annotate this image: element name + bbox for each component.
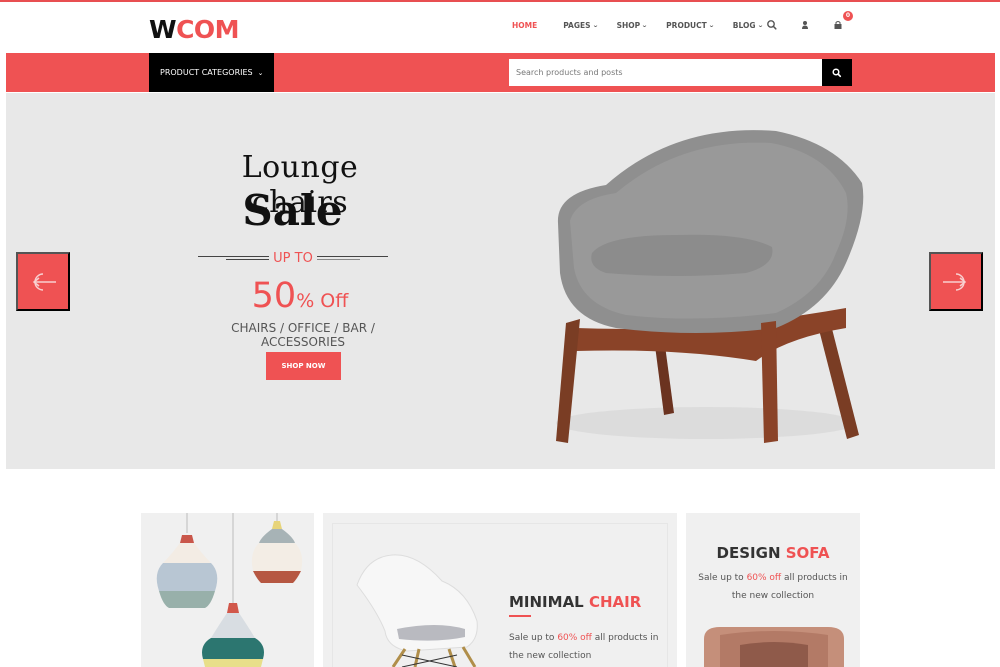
chevron-down-icon: ⌄ xyxy=(257,68,264,77)
desc-accent: 60% off xyxy=(746,573,782,583)
hero-slider xyxy=(6,93,995,469)
design-sofa-image xyxy=(704,627,844,667)
minimal-chair-image xyxy=(356,554,478,667)
upto-label: UP TO xyxy=(273,250,313,266)
logo-part-1: W xyxy=(149,15,177,44)
nav-item-label: PAGES xyxy=(563,21,591,30)
design-sofa-description: Sale up to 60% off all products in the n… xyxy=(696,570,850,605)
divider-line-right xyxy=(316,255,389,261)
arrow-right-circle-icon xyxy=(943,272,967,291)
discount-suffix: % Off xyxy=(296,290,349,312)
banner-lamps[interactable] xyxy=(141,513,314,667)
hero-categories: CHAIRS / OFFICE / BAR / ACCESSORIES xyxy=(231,321,375,349)
product-categories-label: PRODUCT CATEGORIES xyxy=(160,68,253,77)
logo-part-2: COM xyxy=(176,15,240,44)
design-sofa-title: DESIGN SOFA xyxy=(686,544,860,562)
nav-item-label: BLOG xyxy=(732,21,756,30)
minimal-chair-title: MINIMAL CHAIR xyxy=(509,593,641,611)
nav-item-label: SHOP xyxy=(616,21,641,30)
lounge-chair-image xyxy=(556,130,864,443)
cart-count-badge: 0 xyxy=(843,11,853,21)
cart-icon[interactable]: 0 xyxy=(831,11,853,31)
nav-item-pages[interactable]: PAGES ⌄ xyxy=(563,21,599,30)
chevron-down-icon: ⌄ xyxy=(708,22,715,29)
desc-before: Sale up to xyxy=(698,573,747,583)
desc-before: Sale up to xyxy=(509,633,558,643)
search-icon xyxy=(832,67,842,77)
minimal-chair-description: Sale up to 60% off all products in the n… xyxy=(509,630,669,665)
chevron-down-icon: ⌄ xyxy=(756,22,764,29)
title-part-2: CHAIR xyxy=(588,593,642,611)
slider-prev-button[interactable] xyxy=(16,252,70,311)
pendant-lamps-image xyxy=(156,513,303,667)
discount-number: 50 xyxy=(251,276,297,316)
title-underline xyxy=(509,615,531,617)
header-icons: 0 xyxy=(765,11,864,31)
desc-accent: 60% off xyxy=(557,633,592,643)
slider-next-button[interactable] xyxy=(929,252,983,311)
user-icon[interactable] xyxy=(798,17,812,31)
nav-item-label: PRODUCT xyxy=(666,21,707,30)
search-input[interactable] xyxy=(509,59,822,86)
search-icon[interactable] xyxy=(765,17,779,31)
main-nav: HOME PAGES ⌄ SHOP ⌄ PRODUCT ⌄ BLOG ⌄ xyxy=(512,21,782,30)
nav-item-blog[interactable]: BLOG ⌄ xyxy=(732,21,764,30)
hero-subtitle: Sale xyxy=(242,186,343,235)
product-categories-dropdown[interactable]: PRODUCT CATEGORIES ⌄ xyxy=(149,53,274,92)
logo[interactable]: WCOM xyxy=(149,15,240,44)
title-part-1: MINIMAL xyxy=(509,593,584,611)
title-part-1: DESIGN xyxy=(716,544,781,562)
nav-item-product[interactable]: PRODUCT ⌄ xyxy=(666,21,714,30)
upto-divider: UP TO xyxy=(198,250,389,266)
nav-item-label: HOME xyxy=(512,21,538,30)
shop-now-button[interactable]: SHOP NOW xyxy=(266,352,341,380)
search-button[interactable] xyxy=(822,59,852,86)
title-part-2: SOFA xyxy=(785,544,830,562)
chevron-down-icon: ⌄ xyxy=(641,22,648,29)
discount-text: 50% Off xyxy=(190,276,410,316)
arrow-left-circle-icon xyxy=(32,272,56,291)
site-header: WCOM HOME PAGES ⌄ SHOP ⌄ PRODUCT ⌄ BLOG … xyxy=(0,2,1000,52)
nav-item-home[interactable]: HOME xyxy=(512,21,537,30)
nav-item-shop[interactable]: SHOP ⌄ xyxy=(617,21,648,30)
divider-line-left xyxy=(198,255,270,261)
chevron-down-icon: ⌄ xyxy=(591,22,599,29)
